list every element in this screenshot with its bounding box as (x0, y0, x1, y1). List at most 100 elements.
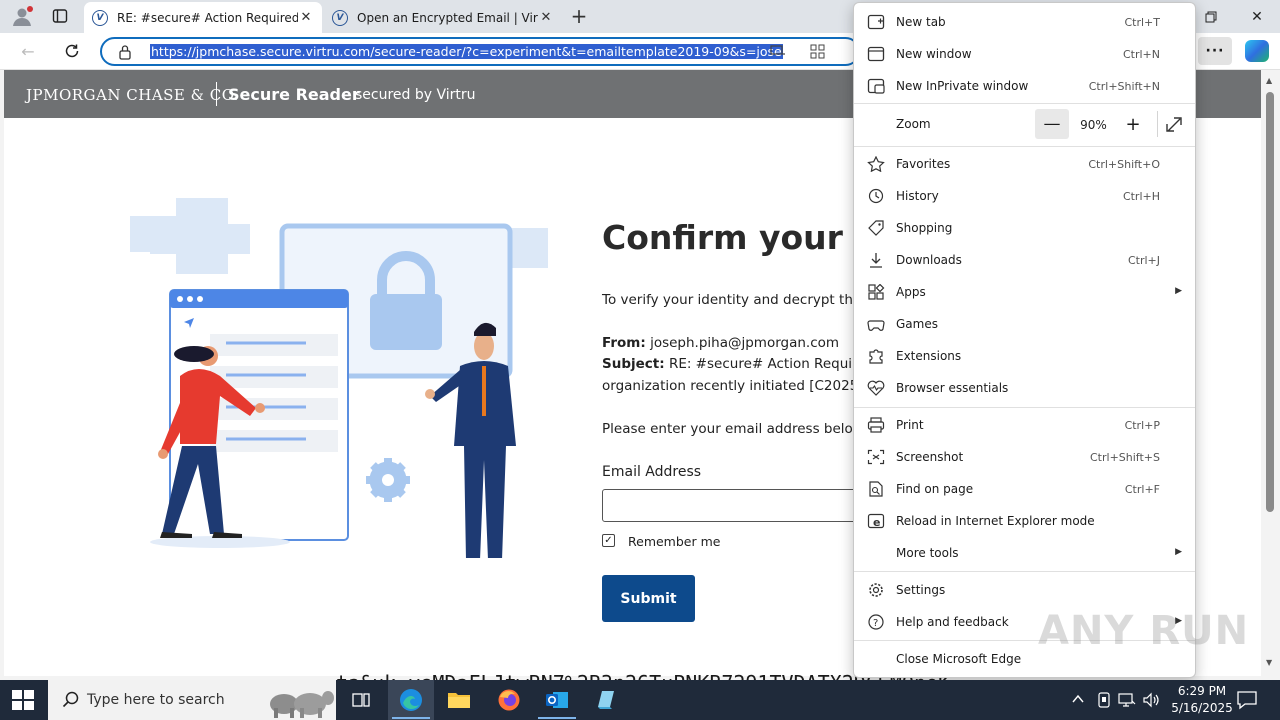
profile-icon[interactable] (10, 5, 34, 27)
scroll-thumb[interactable] (1266, 92, 1274, 512)
show-hidden-icons-chevron-icon[interactable] (1072, 694, 1084, 704)
menu-item-inprivate[interactable]: New InPrivate window Ctrl+Shift+N (854, 71, 1195, 101)
menu-item-label: Apps (896, 285, 926, 299)
zoom-label: Zoom (896, 117, 931, 131)
zoom-in-button[interactable]: + (1116, 109, 1150, 139)
menu-item-label: Extensions (896, 349, 962, 363)
apps-grid-icon[interactable] (810, 44, 828, 60)
menu-item-shortcut: Ctrl+Shift+S (1090, 451, 1160, 464)
task-view-icon[interactable] (338, 680, 384, 720)
menu-separator (854, 146, 1195, 147)
menu-item-label: Games (896, 317, 938, 331)
subject-label: Subject: (602, 356, 665, 372)
search-placeholder: Type here to search (87, 692, 225, 708)
menu-item-label: Close Microsoft Edge (896, 652, 1022, 666)
clock-time[interactable]: 6:29 PM (1166, 684, 1238, 698)
remember-me-label[interactable]: Remember me (628, 534, 720, 549)
from-label: From: (602, 335, 646, 351)
app-subtitle: secured by Virtru (355, 87, 476, 103)
submit-button[interactable]: Submit (602, 575, 695, 622)
copilot-icon[interactable] (1245, 40, 1269, 62)
tag-icon (868, 220, 884, 236)
app-name: Secure Reader (228, 85, 360, 104)
notification-center-icon[interactable] (1236, 690, 1258, 710)
menu-item-label: New window (896, 47, 972, 61)
menu-item-label: Shopping (896, 221, 953, 235)
menu-item-apps[interactable]: Apps ▶ (854, 277, 1195, 307)
lock-icon[interactable] (118, 44, 132, 63)
reload-icon[interactable] (58, 39, 86, 63)
menu-item-history[interactable]: History Ctrl+H (854, 181, 1195, 211)
tab-active[interactable]: V RE: #secure# Action Required: Ve ✕ (84, 2, 322, 33)
email-input[interactable] (602, 489, 892, 522)
fullscreen-icon[interactable] (1162, 111, 1186, 137)
network-icon[interactable] (1118, 692, 1136, 708)
windows-start-icon[interactable] (12, 690, 34, 710)
menu-item-shortcut: Ctrl+F (1124, 483, 1160, 496)
zoom-out-button[interactable]: — (1035, 109, 1069, 139)
scroll-down-icon[interactable]: ▼ (1266, 658, 1272, 667)
menu-item-downloads[interactable]: Downloads Ctrl+J (854, 245, 1195, 275)
remember-me-checkbox[interactable]: ✓ (602, 534, 615, 547)
subject-continued: organization recently initiated [C2025 (602, 378, 859, 394)
star-icon (867, 156, 885, 172)
firefox-icon[interactable] (486, 680, 532, 720)
search-icon (62, 691, 79, 708)
zoom-value: 90% (1080, 118, 1107, 132)
puzzle-icon (869, 349, 883, 364)
menu-item-label: Favorites (896, 157, 951, 171)
menu-item-browser-essentials[interactable]: Browser essentials (854, 373, 1195, 403)
menu-item-favorites[interactable]: Favorites Ctrl+Shift+O (854, 149, 1195, 179)
settings-and-more-button[interactable]: ··· (1198, 37, 1232, 65)
header-divider (216, 82, 217, 106)
menu-item-label: Help and feedback (896, 615, 1009, 629)
taskbar-search[interactable]: Type here to search (48, 680, 336, 720)
from-line: From: joseph.piha@jpmorgan.com (602, 335, 839, 351)
notepad-app-icon[interactable] (582, 680, 628, 720)
menu-item-print[interactable]: Print Ctrl+P (854, 410, 1195, 440)
menu-item-shortcut: Ctrl+N (1122, 48, 1160, 61)
search-highlight-elephants-icon (270, 691, 334, 718)
from-value: joseph.piha@jpmorgan.com (650, 335, 840, 351)
close-tab-icon[interactable]: ✕ (298, 10, 314, 25)
jpmorgan-logo: JPMORGAN CHASE & CO. (26, 86, 239, 104)
menu-item-extensions[interactable]: Extensions (854, 341, 1195, 371)
url-text[interactable]: https://jpmchase.secure.virtru.com/secur… (150, 44, 783, 59)
zoom-divider (1157, 111, 1158, 137)
device-icon[interactable] (1096, 691, 1112, 709)
menu-item-new-window[interactable]: New window Ctrl+N (854, 39, 1195, 69)
menu-separator (854, 103, 1195, 104)
back-arrow-icon[interactable]: ← (14, 39, 42, 63)
page-scrollbar[interactable]: ▲ ▼ (1261, 70, 1280, 676)
tab-title: RE: #secure# Action Required: Ve (117, 10, 298, 25)
intro-text: To verify your identity and decrypt the (602, 292, 862, 308)
menu-item-new-tab[interactable]: New tab Ctrl+T (854, 7, 1195, 37)
gear-icon (366, 458, 410, 502)
address-bar[interactable]: https://jpmchase.secure.virtru.com/secur… (100, 37, 860, 66)
email-prompt: Please enter your email address below (602, 421, 864, 437)
menu-item-more-tools[interactable]: More tools ▶ (854, 538, 1195, 568)
tab-inactive[interactable]: V Open an Encrypted Email | Virtru ✕ (324, 2, 562, 33)
new-window-icon (867, 46, 885, 62)
tab-actions-icon[interactable] (48, 5, 72, 27)
email-label: Email Address (602, 464, 702, 480)
scroll-up-icon[interactable]: ▲ (1266, 76, 1272, 85)
menu-separator (854, 407, 1195, 408)
read-aloud-icon[interactable] (770, 44, 788, 60)
menu-item-shopping[interactable]: Shopping (854, 213, 1195, 243)
close-tab-icon[interactable]: ✕ (538, 10, 554, 25)
edge-taskbar-icon[interactable] (388, 680, 434, 720)
menu-item-label: More tools (896, 546, 959, 560)
virtru-favicon-icon: V (332, 9, 348, 26)
volume-icon[interactable] (1142, 692, 1160, 708)
menu-item-settings[interactable]: Settings (854, 575, 1195, 605)
menu-item-find-on-page[interactable]: Find on page Ctrl+F (854, 474, 1195, 504)
menu-item-games[interactable]: Games (854, 309, 1195, 339)
file-explorer-icon[interactable] (436, 680, 482, 720)
menu-item-screenshot[interactable]: Screenshot Ctrl+Shift+S (854, 442, 1195, 472)
menu-item-ie-mode[interactable]: e Reload in Internet Explorer mode (854, 506, 1195, 536)
outlook-icon[interactable] (534, 680, 580, 720)
close-window-icon[interactable]: ✕ (1234, 0, 1280, 33)
new-tab-plus-icon[interactable]: + (567, 4, 591, 28)
clock-date[interactable]: 5/16/2025 (1166, 701, 1238, 715)
